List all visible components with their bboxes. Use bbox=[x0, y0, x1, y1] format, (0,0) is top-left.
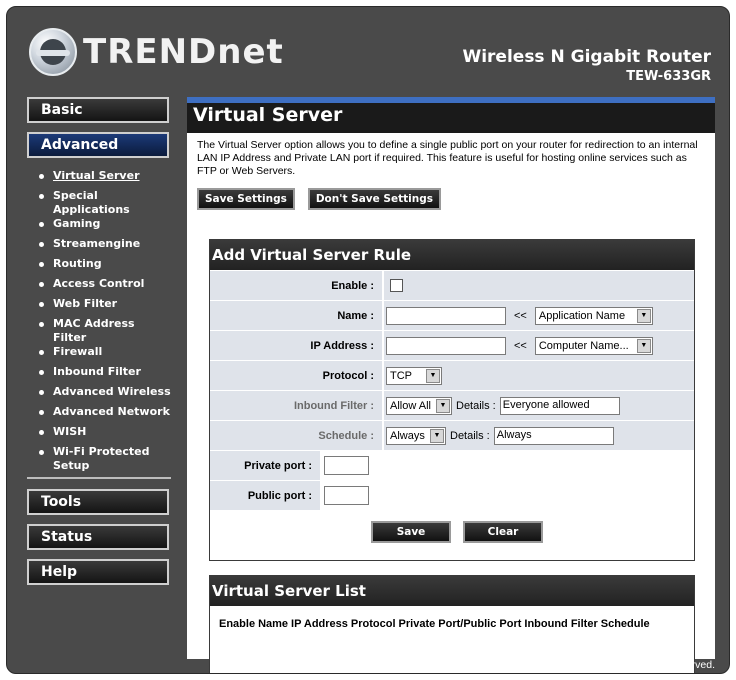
private-port-label: Private port : bbox=[210, 451, 322, 480]
public-port-input[interactable] bbox=[324, 486, 369, 505]
enable-label: Enable : bbox=[210, 271, 384, 300]
add-rule-section: Add Virtual Server Rule Enable : Name : … bbox=[209, 239, 695, 561]
protocol-label: Protocol : bbox=[210, 361, 384, 390]
sidebar-item-wifi-protected-setup[interactable]: Wi-Fi Protected Setup bbox=[27, 445, 171, 473]
nav-basic-button[interactable]: Basic bbox=[27, 97, 169, 123]
sidebar-item-advanced-wireless[interactable]: Advanced Wireless bbox=[27, 385, 171, 405]
sidebar: Basic Advanced Virtual Server Special Ap… bbox=[27, 97, 173, 594]
dropdown-arrow-icon: ▼ bbox=[636, 338, 651, 353]
bullet-icon bbox=[39, 430, 44, 435]
computer-name-select[interactable]: Computer Name... ▼ bbox=[534, 336, 653, 355]
settings-actions: Save Settings Don't Save Settings bbox=[187, 178, 715, 210]
nav-tools-button[interactable]: Tools bbox=[27, 489, 169, 515]
inbound-filter-select[interactable]: Allow All ▼ bbox=[386, 396, 452, 415]
bullet-icon bbox=[39, 450, 44, 455]
nav-advanced-button[interactable]: Advanced bbox=[27, 132, 169, 158]
header: TRENDnet Wireless N Gigabit Router TEW-6… bbox=[7, 7, 729, 93]
trendnet-logo-icon bbox=[29, 28, 77, 76]
ip-address-input[interactable] bbox=[386, 336, 506, 355]
page-title: Virtual Server bbox=[187, 97, 715, 133]
bullet-icon bbox=[39, 322, 44, 327]
inbound-filter-label: Inbound Filter : bbox=[210, 391, 384, 420]
clear-rule-button[interactable]: Clear bbox=[463, 521, 543, 543]
ip-row: IP Address : << Computer Name... ▼ bbox=[210, 330, 694, 360]
column-ip-address: IP Address bbox=[291, 618, 348, 630]
column-name: Name bbox=[258, 618, 289, 630]
sidebar-item-inbound-filter[interactable]: Inbound Filter bbox=[27, 365, 171, 385]
name-label: Name : bbox=[210, 301, 384, 330]
bullet-icon bbox=[39, 390, 44, 395]
sidebar-item-advanced-network[interactable]: Advanced Network bbox=[27, 405, 171, 425]
bullet-icon bbox=[39, 370, 44, 375]
ip-label: IP Address : bbox=[210, 331, 384, 360]
bullet-icon bbox=[39, 194, 44, 199]
enable-row: Enable : bbox=[210, 270, 694, 300]
app-frame: TRENDnet Wireless N Gigabit Router TEW-6… bbox=[6, 6, 730, 674]
sidebar-item-web-filter[interactable]: Web Filter bbox=[27, 297, 171, 317]
dropdown-arrow-icon: ▼ bbox=[426, 368, 440, 383]
product-model: TEW-633GR bbox=[626, 69, 711, 84]
brand-name: TRENDnet bbox=[83, 32, 284, 72]
dropdown-arrow-icon: ▼ bbox=[436, 398, 450, 413]
column-enable: Enable bbox=[219, 618, 256, 630]
column-protocol: Protocol bbox=[350, 618, 396, 630]
sidebar-item-wish[interactable]: WISH bbox=[27, 425, 171, 445]
nav-help-button[interactable]: Help bbox=[27, 559, 169, 585]
inbound-filter-row: Inbound Filter : Allow All ▼ Details : Ev… bbox=[210, 390, 694, 420]
virtual-server-list-title: Virtual Server List bbox=[210, 576, 694, 606]
bullet-icon bbox=[39, 174, 44, 179]
dropdown-arrow-icon: ▼ bbox=[430, 428, 444, 443]
schedule-select[interactable]: Always ▼ bbox=[386, 426, 446, 445]
sidebar-item-firewall[interactable]: Firewall bbox=[27, 345, 171, 365]
bullet-icon bbox=[39, 410, 44, 415]
add-rule-form: Enable : Name : << Application Name ▼ IP … bbox=[210, 270, 694, 560]
copyright-footer: Copyright © 2007 TRENDnet. All Rights Re… bbox=[479, 659, 715, 671]
sidebar-item-routing[interactable]: Routing bbox=[27, 257, 171, 277]
brand-logo: TRENDnet bbox=[29, 27, 284, 77]
bullet-icon bbox=[39, 302, 44, 307]
public-port-label: Public port : bbox=[210, 481, 322, 510]
bullet-icon bbox=[39, 222, 44, 227]
sidebar-item-special-applications[interactable]: Special Applications bbox=[27, 189, 171, 217]
schedule-label: Schedule : bbox=[210, 421, 384, 450]
sidebar-item-streamengine[interactable]: Streamengine bbox=[27, 237, 171, 257]
sidebar-item-virtual-server[interactable]: Virtual Server bbox=[27, 169, 171, 189]
save-rule-button[interactable]: Save bbox=[371, 521, 451, 543]
protocol-select[interactable]: TCP ▼ bbox=[386, 366, 442, 385]
bullet-icon bbox=[39, 282, 44, 287]
bullet-icon bbox=[39, 242, 44, 247]
name-row: Name : << Application Name ▼ bbox=[210, 300, 694, 330]
public-port-row: Public port : bbox=[210, 480, 694, 510]
private-port-row: Private port : bbox=[210, 450, 694, 480]
rule-actions: Save Clear bbox=[210, 510, 694, 560]
name-input[interactable] bbox=[386, 306, 506, 325]
sidebar-item-mac-address-filter[interactable]: MAC Address Filter bbox=[27, 317, 171, 345]
protocol-row: Protocol : TCP ▼ bbox=[210, 360, 694, 390]
inbound-details-label: Details : bbox=[456, 399, 496, 412]
sidebar-item-gaming[interactable]: Gaming bbox=[27, 217, 171, 237]
page-description: The Virtual Server option allows you to … bbox=[197, 139, 698, 177]
schedule-details-label: Details : bbox=[450, 429, 490, 442]
bullet-icon bbox=[39, 262, 44, 267]
main-content: Virtual Server The Virtual Server option… bbox=[187, 97, 715, 673]
nav-status-button[interactable]: Status bbox=[27, 524, 169, 550]
sidebar-item-access-control[interactable]: Access Control bbox=[27, 277, 171, 297]
copy-ip-symbol[interactable]: << bbox=[514, 340, 527, 352]
bullet-icon bbox=[39, 350, 44, 355]
dropdown-arrow-icon: ▼ bbox=[636, 308, 651, 323]
copy-name-symbol[interactable]: << bbox=[514, 310, 527, 322]
save-settings-button[interactable]: Save Settings bbox=[197, 188, 295, 210]
schedule-row: Schedule : Always ▼ Details : Always bbox=[210, 420, 694, 450]
dont-save-settings-button[interactable]: Don't Save Settings bbox=[307, 188, 441, 210]
private-port-input[interactable] bbox=[324, 456, 369, 475]
advanced-submenu: Virtual Server Special Applications Gami… bbox=[27, 167, 171, 479]
inbound-details-field: Everyone allowed bbox=[499, 396, 620, 415]
schedule-details-field: Always bbox=[493, 426, 614, 445]
product-name: Wireless N Gigabit Router bbox=[462, 47, 711, 67]
enable-checkbox[interactable] bbox=[390, 279, 403, 292]
application-name-select[interactable]: Application Name ▼ bbox=[534, 306, 653, 325]
add-rule-title: Add Virtual Server Rule bbox=[210, 240, 694, 270]
